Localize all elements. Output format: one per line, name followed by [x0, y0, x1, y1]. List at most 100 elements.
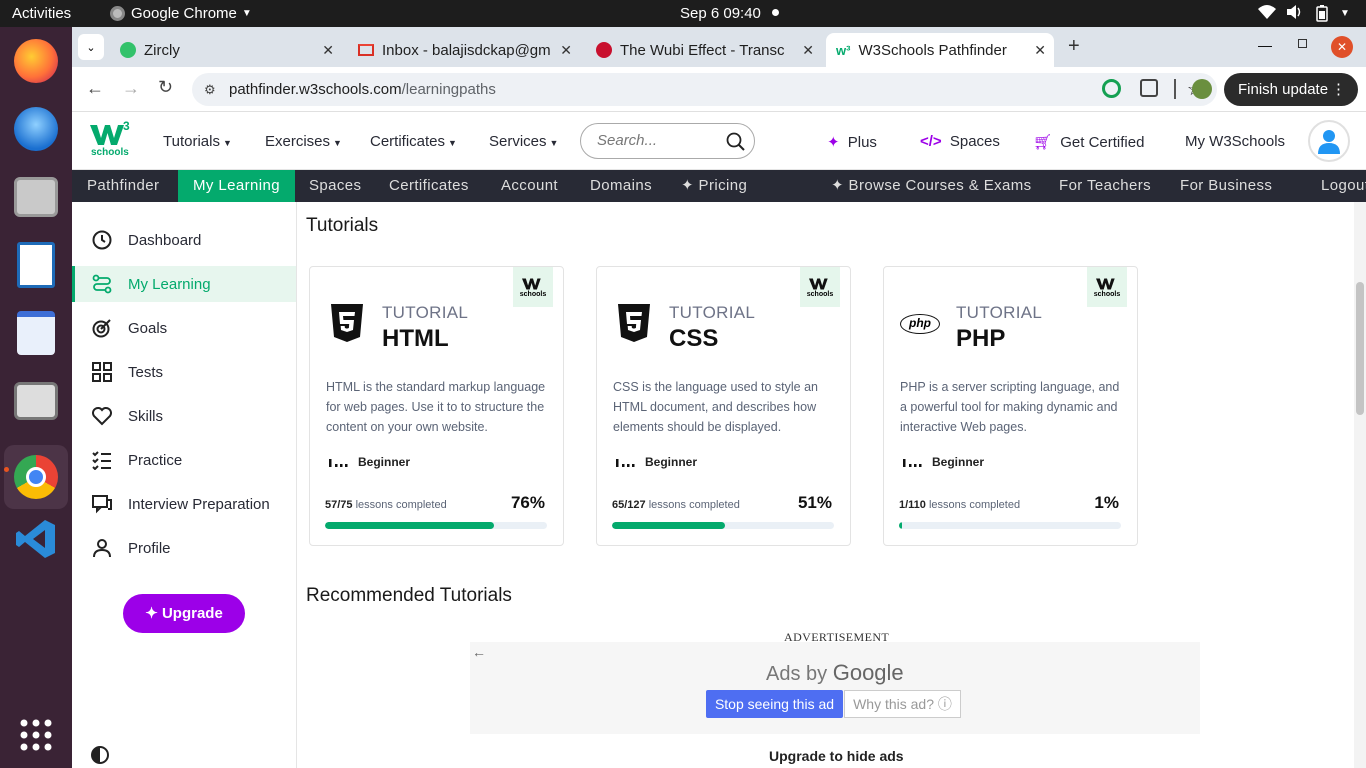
tab-title: The Wubi Effect - Transc	[620, 41, 785, 59]
card-kind: TUTORIAL	[382, 303, 469, 322]
upgrade-to-hide-ads-link[interactable]: Upgrade to hide ads	[769, 748, 904, 764]
ad-back-arrow-icon[interactable]: ←	[472, 644, 486, 660]
nav-services[interactable]: Services ▼	[489, 133, 558, 150]
sidebar-item-practice[interactable]: Practice	[72, 442, 296, 478]
sidebar-item-label: Dashboard	[128, 231, 202, 249]
page-scrollbar[interactable]	[1354, 202, 1366, 768]
close-tab-icon[interactable]: ✕	[802, 42, 814, 59]
nav-exercises[interactable]: Exercises ▼	[265, 133, 342, 150]
subnav-domains[interactable]: Domains	[575, 170, 667, 202]
subnav-for-teachers[interactable]: For Teachers	[1044, 170, 1166, 202]
subnav-certificates[interactable]: Certificates	[374, 170, 484, 202]
nav-get-certified[interactable]: 🛒︎ Get Certified	[1033, 133, 1144, 151]
chrome-dock-icon[interactable]	[4, 445, 68, 509]
close-window-icon[interactable]: ✕	[1331, 36, 1353, 58]
nav-spaces[interactable]: </> Spaces	[920, 133, 1000, 150]
subnav-pathfinder[interactable]: Pathfinder	[72, 170, 174, 202]
subnav-my-learning[interactable]: My Learning	[178, 170, 295, 202]
close-tab-icon[interactable]: ✕	[560, 42, 572, 59]
sidebar-item-my-learning[interactable]: My Learning	[72, 266, 296, 302]
tutorial-card-php[interactable]: schools php TUTORIAL PHP PHP is a server…	[883, 266, 1138, 546]
app-menu[interactable]: Google Chrome ▼	[110, 5, 252, 22]
upgrade-button[interactable]: ✦ Upgrade	[123, 594, 245, 633]
back-icon[interactable]: ←	[86, 78, 104, 99]
maximize-icon[interactable]	[1298, 39, 1307, 48]
sidebar-item-interview-preparation[interactable]: Interview Preparation	[72, 486, 296, 522]
theme-toggle-icon[interactable]	[91, 746, 109, 764]
sidebar-item-dashboard[interactable]: Dashboard	[72, 222, 296, 258]
close-tab-icon[interactable]: ✕	[1034, 42, 1046, 59]
more-menu-icon[interactable]: ⋮	[1331, 73, 1346, 106]
tutorials-heading: Tutorials	[306, 215, 379, 236]
nav-my-w3schools[interactable]: My W3Schools	[1185, 133, 1285, 150]
url-host: pathfinder.w3schools.com	[229, 81, 402, 98]
subnav-account[interactable]: Account	[486, 170, 573, 202]
firefox-icon[interactable]	[12, 37, 60, 85]
files-icon[interactable]	[12, 173, 60, 221]
person-icon	[92, 538, 112, 558]
tab-w3schools[interactable]: w³ W3Schools Pathfinder ✕	[826, 33, 1054, 67]
w3schools-favicon-icon: w³	[836, 42, 851, 58]
stop-seeing-ad-button[interactable]: Stop seeing this ad	[706, 690, 843, 718]
app-grid-icon[interactable]	[12, 711, 60, 759]
running-indicator	[4, 467, 9, 472]
clock[interactable]: Sep 6 09:40	[680, 5, 761, 22]
subnav-browse-courses[interactable]: ✦ Browse Courses & Exams	[816, 170, 1047, 202]
target-icon	[92, 318, 112, 338]
finish-update-button[interactable]: Finish update ⋮	[1224, 73, 1358, 106]
checklist-icon	[92, 450, 112, 470]
tutorial-card-html[interactable]: schools TUTORIAL HTML HTML is the standa…	[309, 266, 564, 546]
site-info-icon[interactable]: ⚙	[204, 73, 216, 106]
sidebar-item-goals[interactable]: Goals	[72, 310, 296, 346]
tab-wubi[interactable]: The Wubi Effect - Transc ✕	[586, 33, 822, 67]
sidebar-item-profile[interactable]: Profile	[72, 530, 296, 566]
wifi-icon[interactable]	[1258, 4, 1276, 24]
finish-update-label: Finish update	[1238, 81, 1329, 98]
tab-gmail[interactable]: Inbox - balajisdckap@gm ✕	[348, 33, 580, 67]
minimize-icon[interactable]: —	[1258, 37, 1272, 53]
image-viewer-icon[interactable]	[12, 377, 60, 425]
sidebar-item-skills[interactable]: Skills	[72, 398, 296, 434]
search-icon[interactable]	[726, 132, 745, 151]
subnav-spaces[interactable]: Spaces	[294, 170, 376, 202]
battery-icon[interactable]	[1316, 5, 1328, 26]
nav-certificates[interactable]: Certificates ▼	[370, 133, 457, 150]
close-tab-icon[interactable]: ✕	[322, 42, 334, 59]
text-editor-icon[interactable]	[12, 309, 60, 357]
volume-icon[interactable]	[1286, 4, 1302, 24]
level-bars-icon	[616, 459, 635, 467]
grammarly-extension-icon[interactable]	[1102, 79, 1121, 98]
scrollbar-thumb[interactable]	[1356, 282, 1364, 415]
zircly-favicon-icon	[120, 42, 136, 58]
address-bar-row: ← → ↻ ⚙ pathfinder.w3schools.com/learnin…	[72, 67, 1366, 112]
activities-button[interactable]: Activities	[12, 5, 71, 22]
subnav-for-business[interactable]: For Business	[1165, 170, 1287, 202]
thunderbird-icon[interactable]	[12, 105, 60, 153]
system-menu-caret-icon[interactable]: ▼	[1340, 8, 1350, 19]
search-input[interactable]: Search...	[580, 123, 755, 159]
writer-icon[interactable]	[12, 241, 60, 289]
tab-zircly[interactable]: Zircly ✕	[110, 33, 342, 67]
card-title: CSS	[669, 325, 719, 352]
tab-search-chevron-icon[interactable]: ⌄	[78, 34, 104, 60]
user-avatar[interactable]	[1308, 120, 1350, 162]
subnav-logout[interactable]: Logout	[1306, 170, 1366, 202]
w3schools-logo[interactable]: 3 schools	[90, 119, 130, 161]
nav-plus[interactable]: ✦ Plus	[827, 133, 877, 151]
sparkle-icon: ✦	[827, 134, 840, 151]
progress-fill	[325, 522, 494, 529]
vscode-icon[interactable]	[12, 515, 60, 563]
nav-tutorials[interactable]: Tutorials ▼	[163, 133, 232, 150]
why-this-ad-button[interactable]: Why this ad? ⓘ	[844, 690, 961, 718]
profile-avatar-icon[interactable]	[1192, 79, 1212, 99]
sidebar-item-tests[interactable]: Tests	[72, 354, 296, 390]
extensions-icon[interactable]	[1140, 79, 1158, 97]
wubi-favicon-icon	[596, 42, 612, 58]
forward-icon[interactable]: →	[122, 78, 140, 99]
subnav-pricing[interactable]: ✦ Pricing	[666, 170, 762, 202]
tutorial-card-css[interactable]: schools TUTORIAL CSS CSS is the language…	[596, 266, 851, 546]
url-bar[interactable]: ⚙ pathfinder.w3schools.com/learningpaths…	[192, 73, 1217, 106]
new-tab-icon[interactable]: +	[1068, 35, 1080, 58]
reload-icon[interactable]: ↻	[158, 77, 173, 98]
lessons-count: 65/127	[612, 499, 646, 511]
